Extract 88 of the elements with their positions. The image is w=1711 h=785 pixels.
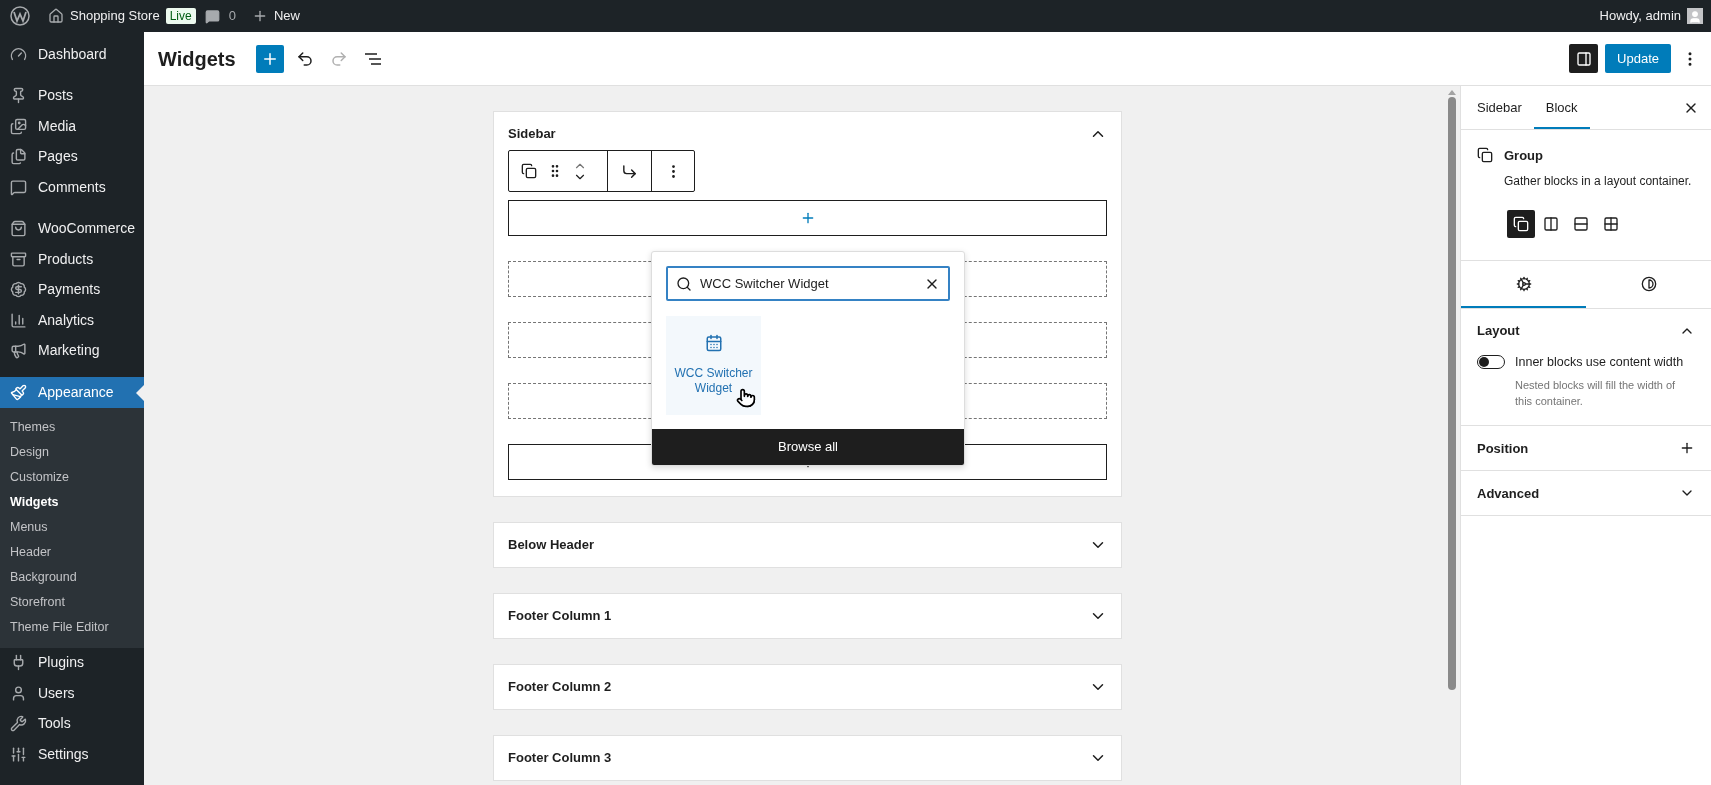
submenu-item[interactable]: Theme File Editor xyxy=(0,614,144,640)
submenu-item[interactable]: Customize xyxy=(0,464,144,490)
settings-toggle-button[interactable] xyxy=(1569,44,1599,73)
browse-all-button[interactable]: Browse all xyxy=(652,429,964,465)
update-button[interactable]: Update xyxy=(1605,44,1671,73)
block-description: Gather blocks in a layout container. xyxy=(1504,172,1692,190)
submenu-item[interactable]: Header xyxy=(0,539,144,565)
menu-item[interactable]: Appearance xyxy=(0,377,144,408)
scrollbar[interactable] xyxy=(1444,86,1460,785)
add-block-button[interactable] xyxy=(255,44,284,73)
menu-item[interactable]: Marketing xyxy=(0,335,144,366)
panel-header[interactable]: Advanced xyxy=(1461,471,1711,516)
megaphone-icon xyxy=(10,342,27,360)
submenu-item[interactable]: Storefront xyxy=(0,589,144,615)
rows-icon xyxy=(1573,215,1589,232)
menu-item[interactable]: Payments xyxy=(0,274,144,305)
submenu-item[interactable]: Design xyxy=(0,439,144,465)
menu-item[interactable]: Dashboard xyxy=(0,39,144,70)
group-icon xyxy=(1513,215,1529,232)
widget-area-title: Footer Column 3 xyxy=(508,749,612,768)
menu-item[interactable]: Comments xyxy=(0,172,144,203)
speech-bubble-icon xyxy=(10,178,27,196)
widget-area-title: Footer Column 1 xyxy=(508,607,612,626)
sidebar-tab[interactable]: Block xyxy=(1533,86,1590,129)
bar-chart-icon xyxy=(10,311,27,329)
settings-icon xyxy=(1515,276,1532,292)
toggle-switch[interactable] xyxy=(1477,354,1505,369)
page-title: Widgets xyxy=(158,46,236,72)
user-icon xyxy=(10,684,27,702)
menu-item[interactable]: Analytics xyxy=(0,305,144,336)
logo-icon[interactable] xyxy=(10,6,30,26)
menu-item[interactable]: Tools xyxy=(0,708,144,739)
site-name-link[interactable]: Shopping Store xyxy=(70,6,160,26)
menu-item[interactable]: Media xyxy=(0,111,144,142)
live-badge: Live xyxy=(165,8,196,24)
menu-item[interactable]: Settings xyxy=(0,739,144,770)
panel-header[interactable]: Position xyxy=(1461,426,1711,471)
group-icon xyxy=(1477,147,1493,163)
submenu-item[interactable]: Widgets xyxy=(0,489,144,515)
pages-icon xyxy=(10,148,27,166)
search-field[interactable]: WCC Switcher Widget xyxy=(666,266,950,301)
widget-area-title: Footer Column 2 xyxy=(508,678,612,697)
block-result-label: WCC Switcher Widget xyxy=(673,366,754,396)
archive-icon xyxy=(10,250,27,268)
comment-count: 0 xyxy=(228,7,236,26)
submenu-item[interactable]: Menus xyxy=(0,514,144,540)
dollar-icon xyxy=(10,281,27,299)
bag-icon xyxy=(10,220,27,238)
gauge-icon xyxy=(10,45,27,63)
transform-icon[interactable] xyxy=(621,162,638,180)
comment-icon[interactable] xyxy=(204,8,220,24)
wrench-icon xyxy=(10,715,27,733)
panel-header[interactable]: Layout xyxy=(1461,308,1711,353)
sliders-icon xyxy=(10,745,27,763)
menu-item[interactable]: Posts xyxy=(0,80,144,111)
submenu-item[interactable]: Background xyxy=(0,564,144,590)
greeting-link[interactable]: Howdy, admin xyxy=(1599,6,1681,26)
widget-area-title: Below Header xyxy=(508,536,594,555)
block-result[interactable]: WCC Switcher Widget xyxy=(666,316,761,415)
sidebar-tab[interactable]: Sidebar xyxy=(1465,86,1534,129)
search-icon xyxy=(676,275,692,292)
toggle-label: Inner blocks use content width xyxy=(1515,353,1684,371)
home-icon xyxy=(48,8,64,24)
block-title: Group xyxy=(1504,147,1544,165)
hand-pointer-icon xyxy=(736,388,756,408)
submenu-item[interactable]: Themes xyxy=(0,414,144,440)
contrast-icon xyxy=(1640,276,1657,292)
help-text: Nested blocks will fill the width of this container. xyxy=(1515,378,1677,410)
menu-item[interactable]: WooCommerce xyxy=(0,213,144,244)
menu-item[interactable]: Pages xyxy=(0,141,144,172)
columns-icon xyxy=(1543,215,1559,232)
list-view-icon[interactable] xyxy=(363,51,382,66)
menu-item[interactable]: Products xyxy=(0,244,144,275)
paintbrush-icon xyxy=(10,383,27,401)
grid-icon xyxy=(1603,215,1619,232)
widget-area-title: Sidebar xyxy=(508,125,556,144)
new-link[interactable]: New xyxy=(273,6,300,26)
undo-button[interactable] xyxy=(295,49,314,68)
sidebar-panel-icon xyxy=(1575,50,1592,67)
images-icon xyxy=(10,117,27,135)
menu-item[interactable]: Users xyxy=(0,678,144,709)
menu-item[interactable]: Plugins xyxy=(0,647,144,678)
block-appender[interactable] xyxy=(508,200,1107,236)
pin-icon xyxy=(10,87,27,105)
variation-button[interactable] xyxy=(1507,209,1535,238)
calendar-icon xyxy=(704,334,723,352)
search-input[interactable]: WCC Switcher Widget xyxy=(700,273,916,294)
group-icon[interactable] xyxy=(521,163,537,179)
